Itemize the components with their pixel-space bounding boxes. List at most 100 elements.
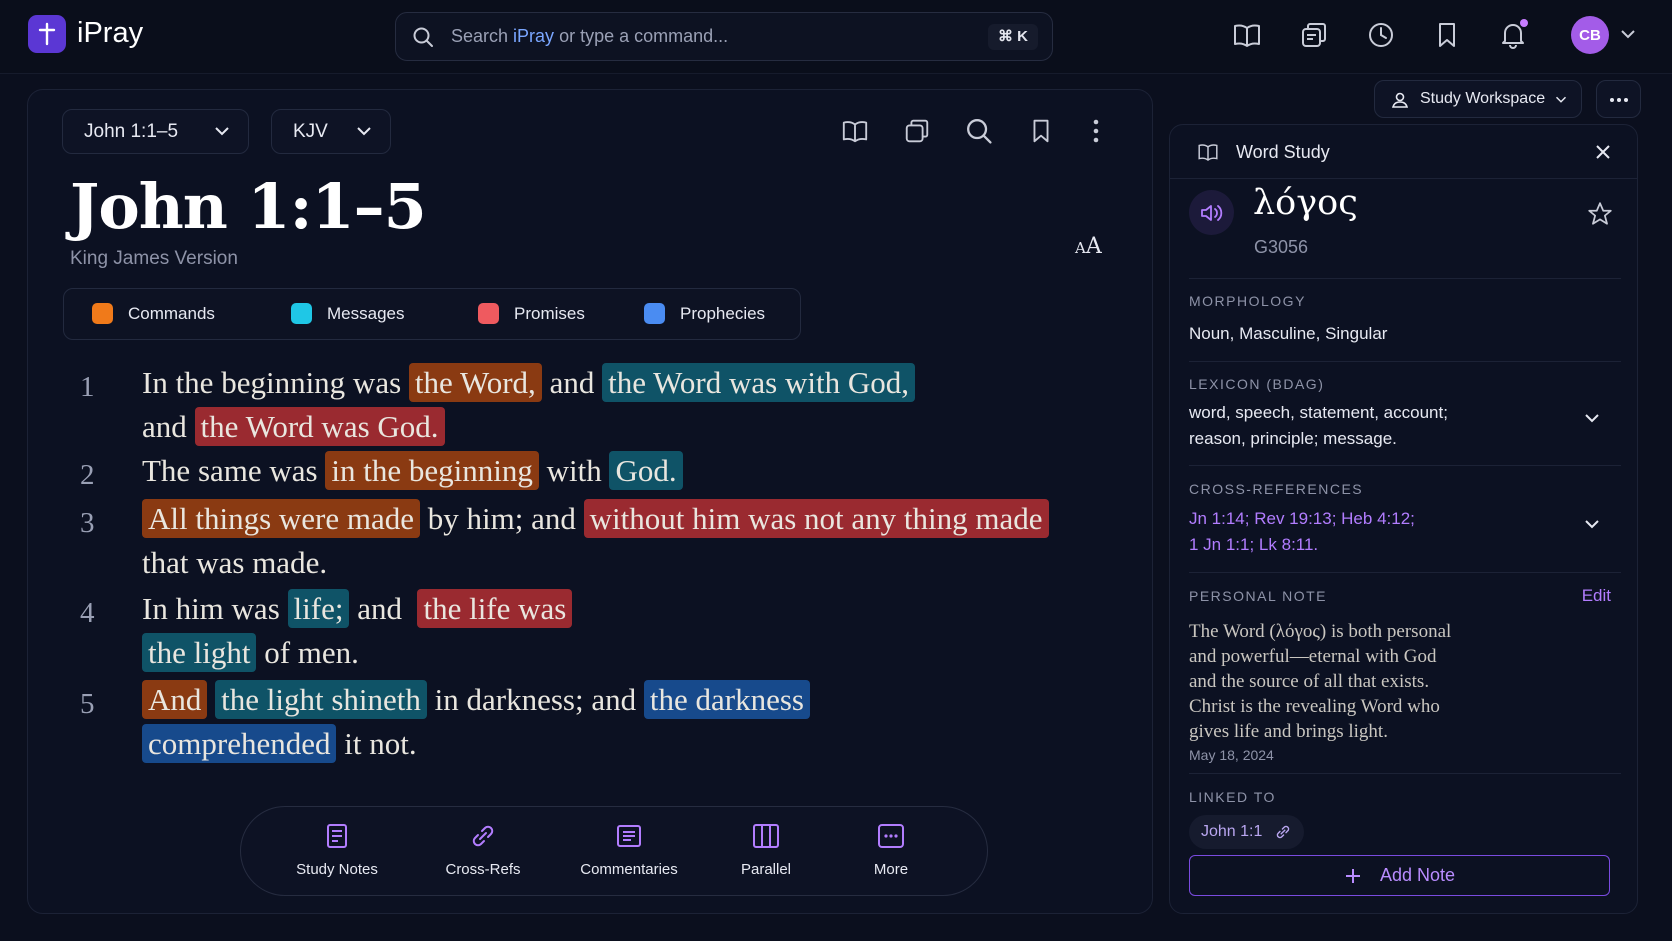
page-title: John 1:1–5 <box>70 170 427 243</box>
verse-number: 2 <box>80 459 95 491</box>
edit-note-link[interactable]: Edit <box>1582 586 1611 606</box>
study-notes-button[interactable]: Study Notes <box>277 821 397 878</box>
study-workspace-dropdown[interactable]: Study Workspace <box>1374 80 1582 118</box>
search-icon <box>412 26 434 48</box>
chevron-down-icon[interactable] <box>1584 412 1600 424</box>
divider <box>1189 773 1621 774</box>
cross-refs-button[interactable]: Cross-Refs <box>423 821 543 878</box>
bookmark-icon[interactable] <box>1027 117 1055 145</box>
highlighted-phrase[interactable]: the Word was God. <box>194 407 445 446</box>
highlighted-phrase[interactable]: the darkness <box>643 680 810 719</box>
legend-item-prophecies[interactable]: Prophecies <box>644 303 765 324</box>
verse-text: and <box>349 591 418 626</box>
parallel-button[interactable]: Parallel <box>706 821 826 878</box>
verse-line: and the Word was God. <box>142 407 445 446</box>
verse-line: In him was life; and the life was <box>142 589 573 628</box>
highlighted-phrase[interactable]: God. <box>609 451 683 490</box>
highlighted-phrase[interactable]: without him was not any thing made <box>583 499 1049 538</box>
linked-verse-chip[interactable]: John 1:1 <box>1189 815 1305 849</box>
legend-item-messages[interactable]: Messages <box>291 303 404 324</box>
add-note-button[interactable]: Add Note <box>1189 855 1610 896</box>
version-dropdown[interactable]: KJV <box>271 109 391 154</box>
copy-icon[interactable] <box>1299 20 1329 50</box>
linked-to-heading: LINKED TO <box>1189 789 1276 805</box>
panel-header: Word Study <box>1170 125 1637 179</box>
study-toolbar: Study Notes Cross-Refs Commentaries Para… <box>240 806 988 896</box>
highlighted-phrase[interactable]: the life was <box>417 589 573 628</box>
legend-swatch <box>478 303 499 324</box>
highlighted-phrase[interactable]: life; <box>287 589 350 628</box>
search-input[interactable]: Search iPray or type a command... ⌘ K <box>395 12 1053 61</box>
book-icon[interactable] <box>1232 20 1262 50</box>
parallel-icon <box>753 824 779 848</box>
workspace-more-button[interactable] <box>1596 80 1641 118</box>
highlight-legend: Commands Messages Promises Prophecies <box>63 288 801 340</box>
copy-icon[interactable] <box>903 117 931 145</box>
passage-dropdown[interactable]: John 1:1–5 <box>62 109 249 154</box>
highlighted-phrase[interactable]: And <box>142 680 208 719</box>
verse-line: In the beginning was the Word, and the W… <box>142 363 915 402</box>
verse-text: in darkness; and <box>426 682 644 717</box>
avatar[interactable]: CB <box>1571 16 1609 54</box>
chevron-down-icon[interactable] <box>1584 518 1600 530</box>
chevron-down-icon <box>357 127 371 136</box>
highlighted-phrase[interactable]: the Word was with God, <box>602 363 915 402</box>
cross-references-links[interactable]: Jn 1:14; Rev 19:13; Heb 4:12; 1 Jn 1:1; L… <box>1189 506 1415 558</box>
pronounce-button[interactable] <box>1189 190 1234 235</box>
font-size-toggle[interactable]: AA <box>1075 234 1102 259</box>
search-icon[interactable] <box>965 117 993 145</box>
lexicon-value: word, speech, statement, account; reason,… <box>1189 403 1448 448</box>
word-study-panel: Word Study λόγος G3056 MORPHOLOGY Noun, … <box>1169 124 1638 914</box>
verse-text: In the beginning was <box>142 365 409 400</box>
notification-dot <box>1520 19 1528 27</box>
history-icon[interactable] <box>1366 20 1396 50</box>
lexicon-heading: LEXICON (BDAG) <box>1189 376 1325 392</box>
verse-text: and <box>541 365 603 400</box>
book-icon[interactable] <box>841 117 869 145</box>
legend-swatch <box>92 303 113 324</box>
verse-line: the light of men. <box>142 633 359 672</box>
speaker-icon <box>1201 205 1223 221</box>
commentary-icon <box>617 825 641 847</box>
verse-text: The same was <box>142 453 326 488</box>
greek-word: λόγος <box>1253 183 1358 223</box>
link-icon <box>472 825 494 847</box>
verse-number: 3 <box>80 507 95 539</box>
user-icon <box>1391 92 1409 108</box>
shortcut-badge: ⌘ K <box>988 24 1038 50</box>
divider <box>1189 465 1621 466</box>
link-icon <box>1277 825 1290 839</box>
morphology-value: Noun, Masculine, Singular <box>1189 324 1388 343</box>
highlighted-phrase[interactable]: in the beginning <box>325 451 539 490</box>
highlighted-phrase[interactable]: the Word, <box>408 363 542 402</box>
verse-line: All things were made by him; and without… <box>142 499 1049 538</box>
star-icon[interactable] <box>1587 201 1613 227</box>
commentaries-button[interactable]: Commentaries <box>569 821 689 878</box>
highlighted-phrase[interactable]: the light shineth <box>215 680 427 719</box>
highlighted-phrase[interactable]: comprehended <box>142 724 337 763</box>
book-icon <box>1198 144 1218 161</box>
verse-text: it not. <box>336 726 417 761</box>
legend-item-promises[interactable]: Promises <box>478 303 585 324</box>
personal-note-text: The Word (λόγος) is both personal and po… <box>1189 621 1452 742</box>
more-button[interactable]: More <box>831 821 951 878</box>
verse-text <box>207 682 215 717</box>
close-icon[interactable] <box>1595 144 1611 160</box>
highlighted-phrase[interactable]: All things were made <box>142 499 421 538</box>
version-subtitle: King James Version <box>70 248 238 269</box>
highlighted-phrase[interactable]: the light <box>142 633 257 672</box>
chevron-down-icon[interactable] <box>1620 28 1636 40</box>
app-logo-icon[interactable] <box>28 15 66 53</box>
bookmark-icon[interactable] <box>1432 20 1462 50</box>
study-notes-icon <box>327 824 347 848</box>
legend-item-commands[interactable]: Commands <box>92 303 215 324</box>
kebab-menu-icon[interactable] <box>1082 117 1110 145</box>
app-name: iPray <box>77 17 144 49</box>
plus-icon <box>1345 868 1360 883</box>
verse-number: 1 <box>80 371 95 403</box>
morphology-heading: MORPHOLOGY <box>1189 293 1306 309</box>
verse-text: with <box>538 453 610 488</box>
legend-swatch <box>644 303 665 324</box>
verse-line: that was made. <box>142 545 327 581</box>
reader-panel: John 1:1–5 KJV John 1:1–5 King James Ver… <box>27 89 1153 914</box>
